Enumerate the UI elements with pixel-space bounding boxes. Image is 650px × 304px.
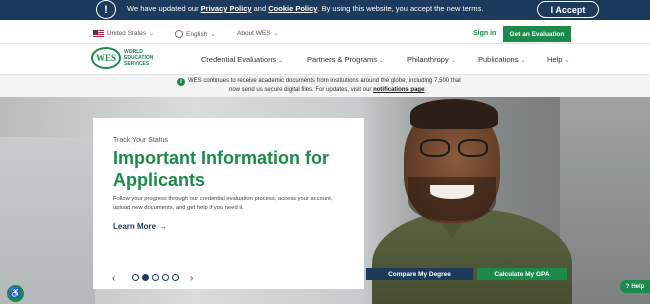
background-shape: [560, 97, 650, 304]
chevron-down-icon: ⌄: [278, 58, 284, 64]
lens: [420, 139, 450, 157]
language-selector[interactable]: English ⌄: [175, 30, 215, 38]
us-flag-icon: [93, 30, 104, 37]
info-icon: i: [177, 78, 185, 86]
globe-icon: [175, 30, 183, 38]
privacy-policy-link[interactable]: Privacy Policy: [201, 4, 252, 13]
cookie-banner: ! We have updated our Privacy Policy and…: [0, 0, 650, 20]
wes-logo[interactable]: WES WORLD EDUCATION SERVICES: [91, 47, 153, 69]
background-shape: [0, 137, 95, 304]
person-beard: [408, 177, 496, 221]
chevron-down-icon: ⌄: [210, 31, 216, 38]
chevron-down-icon: ⌄: [450, 58, 456, 64]
lens: [458, 139, 488, 157]
carousel-prev-icon[interactable]: ‹: [112, 273, 115, 284]
glasses: [412, 139, 494, 159]
carousel-dot[interactable]: [142, 274, 149, 281]
info-icon: !: [96, 0, 116, 19]
person-hair: [410, 99, 498, 129]
carousel-dot[interactable]: [162, 274, 169, 281]
chevron-down-icon: ⌄: [520, 58, 526, 64]
chevron-down-icon: ⌄: [149, 31, 155, 37]
calculate-gpa-button[interactable]: Calculate My GPA: [477, 268, 567, 280]
learn-more-link[interactable]: Learn More →: [113, 222, 167, 231]
help-button[interactable]: ? Help: [620, 280, 650, 293]
compare-degree-button[interactable]: Compare My Degree: [366, 268, 473, 280]
nav-credential-evaluations[interactable]: Credential Evaluations ⌄: [201, 55, 283, 64]
hero-eyebrow: Track Your Status: [113, 137, 168, 144]
sign-in-link[interactable]: Sign in: [473, 30, 496, 37]
hero-card: Track Your Status Important Information …: [93, 118, 364, 289]
country-selector[interactable]: United States ⌄: [93, 30, 154, 37]
carousel-dots: [132, 274, 179, 281]
cookie-message: We have updated our Privacy Policy and C…: [127, 4, 484, 13]
accessibility-icon[interactable]: ♿: [7, 285, 24, 302]
carousel-dot[interactable]: [132, 274, 139, 281]
get-evaluation-button[interactable]: Get an Evaluation: [503, 26, 571, 42]
hero-title: Important Information for Applicants: [113, 148, 329, 190]
chevron-down-icon: ⌄: [379, 58, 385, 64]
nav-help[interactable]: Help ⌄: [547, 55, 570, 64]
nav-philanthropy[interactable]: Philanthropy ⌄: [407, 55, 456, 64]
main-nav: WES WORLD EDUCATION SERVICES Credential …: [0, 43, 650, 75]
chevron-down-icon: ⌄: [273, 31, 279, 37]
arrow-right-icon: →: [159, 222, 168, 231]
person-shirt: [372, 209, 572, 304]
carousel-dot[interactable]: [172, 274, 179, 281]
logo-mark: WES: [91, 47, 121, 69]
nav-partners-programs[interactable]: Partners & Programs ⌄: [307, 55, 384, 64]
notice-banner: i WES continues to receive academic docu…: [0, 75, 650, 97]
notice-line1: WES continues to receive academic docume…: [188, 78, 461, 84]
chevron-down-icon: ⌄: [564, 58, 570, 64]
notice-line2: now send us secure digital files. For up…: [229, 87, 427, 93]
cookie-policy-link[interactable]: Cookie Policy: [268, 4, 317, 13]
carousel-dot[interactable]: [152, 274, 159, 281]
about-wes-menu[interactable]: About WES ⌄: [237, 30, 279, 37]
carousel-next-icon[interactable]: ›: [190, 273, 193, 284]
help-question-icon: ?: [625, 283, 630, 290]
nav-publications[interactable]: Publications ⌄: [478, 55, 526, 64]
person-smile: [430, 185, 474, 199]
notifications-page-link[interactable]: notifications page: [373, 87, 424, 93]
hero-description: Follow your progress through our credent…: [113, 196, 333, 211]
logo-name: WORLD EDUCATION SERVICES: [124, 49, 154, 67]
accept-button[interactable]: I Accept: [537, 1, 599, 18]
utility-bar: United States ⌄ English ⌄ About WES ⌄ Si…: [0, 25, 650, 43]
